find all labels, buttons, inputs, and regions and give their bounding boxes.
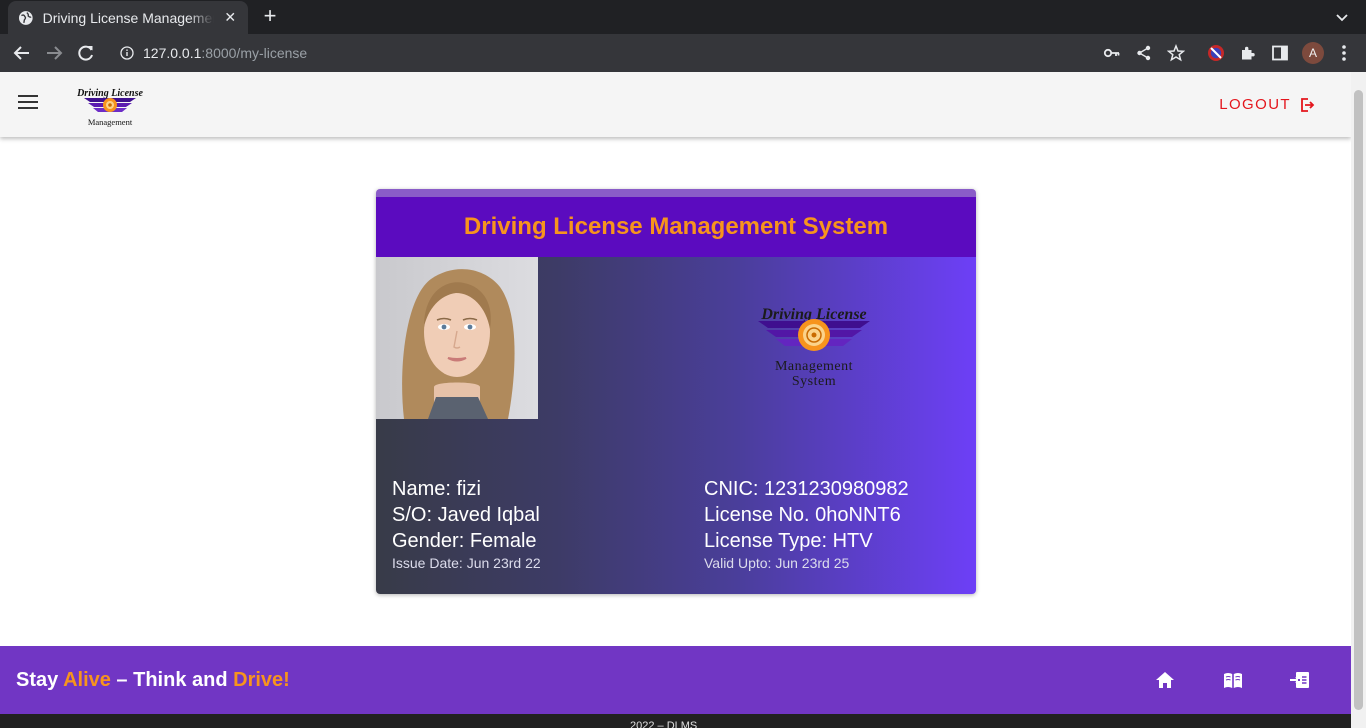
page-viewport: Driving License Management LOGOUT Drivin…: [0, 72, 1366, 728]
card-logo-line2: Management: [775, 359, 853, 374]
card-title: Driving License Management System: [463, 213, 889, 240]
extension-blocker-icon[interactable]: [1207, 44, 1225, 62]
reload-icon[interactable]: [76, 43, 96, 63]
holder-cnic: CNIC: 1231230980982: [704, 478, 909, 500]
login-icon[interactable]: [1289, 669, 1311, 691]
address-bar[interactable]: 127.0.0.1:8000/my-license: [108, 37, 1198, 69]
tab-search-chevron-icon[interactable]: [1334, 9, 1350, 25]
site-info-icon[interactable]: [120, 46, 134, 60]
license-holder-photo: [376, 257, 538, 419]
card-top-strip: [376, 189, 976, 197]
license-card: Driving License Management System Drivin…: [376, 189, 976, 594]
license-type: License Type: HTV: [704, 530, 873, 552]
browser-tabstrip: Driving License Management System ✕ +: [0, 0, 1366, 34]
card-logo-line3: System: [792, 374, 836, 389]
page-scrollbar[interactable]: [1351, 72, 1366, 728]
logout-label: LOGOUT: [1219, 96, 1291, 113]
copyright-text: 2022 – DLMS: [630, 720, 698, 728]
brand-logo[interactable]: Driving License Management: [66, 87, 154, 131]
bookmark-star-icon[interactable]: [1167, 44, 1185, 62]
browser-toolbar: 127.0.0.1:8000/my-license A: [0, 34, 1366, 72]
logout-icon: [1301, 97, 1315, 112]
card-body: Driving License Management System Name: …: [376, 257, 976, 594]
back-icon[interactable]: [12, 43, 32, 63]
copyright-bar: 2022 – DLMS: [0, 714, 1351, 728]
key-icon[interactable]: [1103, 44, 1121, 62]
url-host: 127.0.0.1: [143, 45, 202, 61]
globe-icon: [18, 10, 33, 25]
scrollbar-thumb[interactable]: [1354, 90, 1363, 710]
slogan-drive: Drive!: [233, 669, 290, 691]
slogan-part1: Stay: [16, 669, 64, 691]
side-panel-icon[interactable]: [1271, 44, 1289, 62]
license-number: License No. 0hoNNT6: [704, 504, 901, 526]
footer: Stay Alive – Think and Drive!: [0, 646, 1351, 714]
new-tab-button[interactable]: +: [258, 5, 282, 29]
extensions-puzzle-icon[interactable]: [1239, 44, 1257, 62]
logout-button[interactable]: LOGOUT: [1219, 96, 1315, 113]
profile-avatar[interactable]: A: [1302, 42, 1324, 64]
valid-upto: Valid Upto: Jun 23rd 25: [704, 555, 850, 571]
tab-close-icon[interactable]: ✕: [222, 9, 238, 26]
holder-details: Name: fizi S/O: Javed Iqbal Gender: Fema…: [392, 476, 541, 572]
brand-line1: Driving License: [76, 88, 143, 99]
book-icon[interactable]: [1222, 669, 1244, 691]
home-icon[interactable]: [1154, 669, 1176, 691]
menu-hamburger-icon[interactable]: [18, 95, 38, 113]
slogan-part3: – Think and: [110, 669, 234, 691]
footer-slogan: Stay Alive – Think and Drive!: [16, 669, 290, 692]
url-path: :8000/my-license: [201, 45, 308, 61]
brand-line2: Management: [88, 117, 133, 127]
browser-menu-icon[interactable]: [1334, 43, 1354, 63]
holder-name: Name: fizi: [392, 478, 481, 500]
forward-icon[interactable]: [44, 43, 64, 63]
card-logo: Driving License Management System: [758, 306, 870, 389]
license-details: CNIC: 1231230980982 License No. 0hoNNT6 …: [704, 476, 909, 572]
url-text: 127.0.0.1:8000/my-license: [143, 45, 307, 61]
share-icon[interactable]: [1135, 44, 1153, 62]
slogan-alive: Alive: [63, 669, 111, 691]
browser-tab[interactable]: Driving License Management System ✕: [8, 1, 248, 34]
tab-title: Driving License Management System: [42, 9, 215, 26]
holder-gender: Gender: Female: [392, 530, 537, 552]
app-bar: Driving License Management LOGOUT: [0, 72, 1351, 137]
issue-date: Issue Date: Jun 23rd 22: [392, 555, 541, 571]
card-header: Driving License Management System: [376, 197, 976, 257]
holder-so: S/O: Javed Iqbal: [392, 504, 540, 526]
